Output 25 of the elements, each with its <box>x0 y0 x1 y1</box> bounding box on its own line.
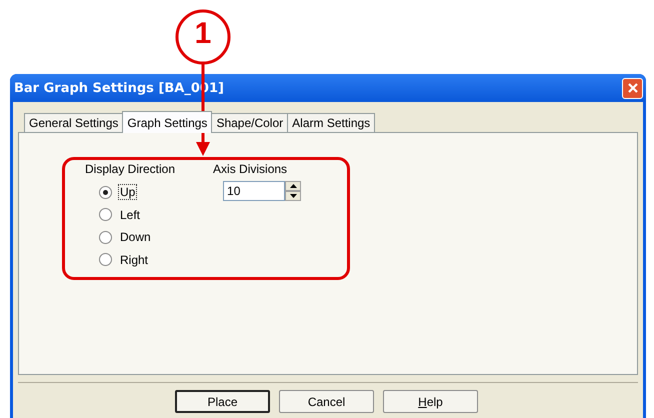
close-icon <box>626 82 638 94</box>
tab[interactable]: Shape/Color <box>211 113 288 132</box>
close-button[interactable] <box>622 78 643 98</box>
field-label: Axis Divisions <box>213 162 288 176</box>
up-arrow-icon <box>290 184 297 188</box>
spin-up-button[interactable] <box>285 181 302 191</box>
radio-button[interactable] <box>99 230 112 244</box>
dialog-button[interactable]: Help <box>383 390 478 413</box>
radio-label[interactable]: Down <box>118 229 153 246</box>
radio-button[interactable] <box>99 208 112 222</box>
radio-label[interactable]: Left <box>118 206 142 223</box>
radio-button[interactable] <box>99 186 112 199</box>
axis-divisions-field[interactable]: 10 <box>223 181 286 201</box>
group-label: Display Direction <box>85 162 176 176</box>
radio-label[interactable]: Right <box>118 252 150 268</box>
dialog-button[interactable]: Place <box>175 390 270 413</box>
callout-number: 1 <box>194 17 212 51</box>
down-arrow-icon <box>290 194 297 198</box>
tab[interactable]: General Settings <box>24 113 124 132</box>
tab[interactable]: Alarm Settings <box>287 113 376 132</box>
tab[interactable]: Graph Settings <box>122 111 212 133</box>
spin-down-button[interactable] <box>285 191 302 201</box>
radio-button[interactable] <box>99 253 112 266</box>
dialog-button[interactable]: Cancel <box>279 390 374 413</box>
radio-label[interactable]: Up <box>118 184 138 200</box>
